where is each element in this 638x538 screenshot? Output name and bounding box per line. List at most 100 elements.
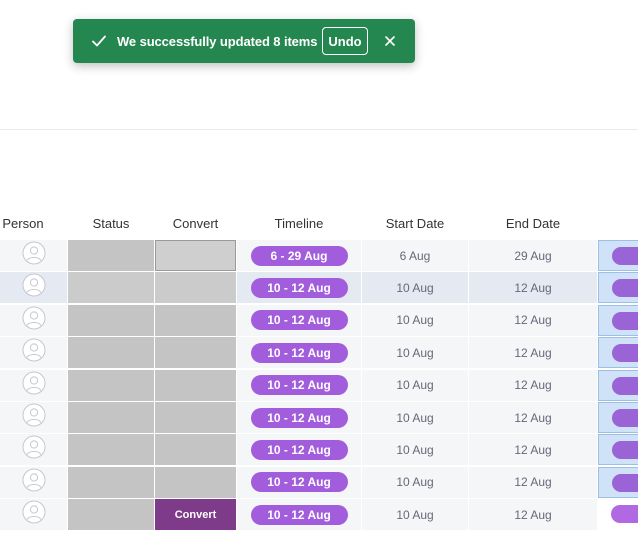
timeline-pill: 10 - 12 Aug: [250, 277, 348, 298]
column-header-end-date[interactable]: End Date: [469, 213, 597, 233]
extra-column-bar: [612, 344, 638, 363]
extra-column-cell[interactable]: [598, 499, 638, 531]
timeline-pill: 10 - 12 Aug: [250, 407, 348, 428]
extra-column-cell[interactable]: [598, 402, 638, 433]
end-date-cell[interactable]: 12 Aug: [469, 402, 597, 433]
person-cell[interactable]: [0, 499, 67, 531]
convert-cell[interactable]: [155, 369, 236, 401]
extra-column-cell[interactable]: [598, 337, 638, 369]
extra-column-cell[interactable]: [598, 304, 638, 336]
table-row[interactable]: 6 - 29 Aug 6 Aug 29 Aug: [0, 240, 638, 271]
person-cell[interactable]: [0, 434, 67, 466]
table-row[interactable]: 10 - 12 Aug 10 Aug 12 Aug: [0, 272, 638, 304]
end-date-cell[interactable]: 12 Aug: [469, 466, 597, 498]
table-row[interactable]: 10 - 12 Aug 10 Aug 12 Aug: [0, 466, 638, 498]
timeline-cell[interactable]: 10 - 12 Aug: [237, 499, 361, 531]
convert-cell[interactable]: [155, 240, 236, 271]
column-header-person[interactable]: Person: [0, 213, 46, 233]
person-cell[interactable]: [0, 272, 67, 304]
status-cell[interactable]: [68, 240, 154, 271]
timeline-cell[interactable]: 10 - 12 Aug: [237, 337, 361, 369]
status-cell[interactable]: [68, 304, 154, 336]
convert-cell[interactable]: [155, 304, 236, 336]
column-header-convert[interactable]: Convert: [155, 213, 236, 233]
table-row[interactable]: 10 - 12 Aug 10 Aug 12 Aug: [0, 434, 638, 466]
person-cell[interactable]: [0, 402, 67, 433]
timeline-pill: 10 - 12 Aug: [250, 375, 348, 396]
timeline-cell[interactable]: 10 - 12 Aug: [237, 434, 361, 466]
timeline-cell[interactable]: 10 - 12 Aug: [237, 369, 361, 401]
convert-cell[interactable]: [155, 272, 236, 304]
end-date-cell[interactable]: 12 Aug: [469, 272, 597, 304]
convert-cell[interactable]: [155, 402, 236, 433]
table-row[interactable]: 10 - 12 Aug 10 Aug 12 Aug: [0, 369, 638, 401]
table-row[interactable]: 10 - 12 Aug 10 Aug 12 Aug: [0, 402, 638, 433]
status-cell[interactable]: [68, 466, 154, 498]
person-cell[interactable]: [0, 304, 67, 336]
table-row[interactable]: 10 - 12 Aug 10 Aug 12 Aug: [0, 304, 638, 336]
extra-column-bar: [612, 409, 638, 427]
convert-cell[interactable]: [155, 337, 236, 369]
timeline-pill: 10 - 12 Aug: [250, 504, 348, 525]
end-date-cell[interactable]: 12 Aug: [469, 499, 597, 531]
column-header-timeline[interactable]: Timeline: [237, 213, 361, 233]
convert-cell[interactable]: Convert: [155, 499, 236, 531]
start-date-cell[interactable]: 10 Aug: [362, 304, 468, 336]
extra-column-cell[interactable]: [598, 434, 638, 466]
divider: [0, 129, 638, 130]
timeline-pill: 10 - 12 Aug: [250, 439, 348, 460]
timeline-cell[interactable]: 10 - 12 Aug: [237, 466, 361, 498]
person-cell[interactable]: [0, 240, 67, 271]
avatar: [22, 468, 46, 497]
table-row[interactable]: Convert 10 - 12 Aug 10 Aug 12 Aug: [0, 499, 638, 531]
end-date-cell[interactable]: 12 Aug: [469, 304, 597, 336]
status-cell[interactable]: [68, 369, 154, 401]
end-date-cell[interactable]: 12 Aug: [469, 337, 597, 369]
start-date-cell[interactable]: 10 Aug: [362, 402, 468, 433]
status-cell[interactable]: [68, 337, 154, 369]
avatar: [22, 435, 46, 464]
status-cell[interactable]: [68, 272, 154, 304]
success-toast: We successfully updated 8 items Undo: [73, 19, 415, 63]
avatar: [22, 273, 46, 302]
avatar: [22, 500, 46, 529]
column-header-status[interactable]: Status: [68, 213, 154, 233]
start-date-cell[interactable]: 10 Aug: [362, 337, 468, 369]
avatar: [22, 338, 46, 367]
start-date-cell[interactable]: 10 Aug: [362, 272, 468, 304]
extra-column-bar: [612, 473, 638, 492]
avatar: [22, 241, 46, 270]
extra-column-cell[interactable]: [598, 369, 638, 401]
start-date-cell[interactable]: 10 Aug: [362, 499, 468, 531]
close-icon[interactable]: [383, 34, 397, 48]
person-cell[interactable]: [0, 369, 67, 401]
person-cell[interactable]: [0, 337, 67, 369]
extra-column-cell[interactable]: [598, 240, 638, 271]
undo-button[interactable]: Undo: [322, 27, 368, 55]
person-cell[interactable]: [0, 466, 67, 498]
convert-cell[interactable]: [155, 434, 236, 466]
start-date-cell[interactable]: 10 Aug: [362, 369, 468, 401]
convert-cell[interactable]: [155, 466, 236, 498]
end-date-cell[interactable]: 12 Aug: [469, 369, 597, 401]
table-row[interactable]: 10 - 12 Aug 10 Aug 12 Aug: [0, 337, 638, 369]
extra-column-cell[interactable]: [598, 272, 638, 304]
status-cell[interactable]: [68, 434, 154, 466]
status-cell[interactable]: [68, 402, 154, 433]
timeline-cell[interactable]: 10 - 12 Aug: [237, 402, 361, 433]
start-date-cell[interactable]: 10 Aug: [362, 434, 468, 466]
end-date-cell[interactable]: 29 Aug: [469, 240, 597, 271]
status-cell[interactable]: [68, 499, 154, 531]
extra-column-bar: [612, 279, 638, 298]
start-date-cell[interactable]: 10 Aug: [362, 466, 468, 498]
extra-column-cell[interactable]: [598, 466, 638, 498]
timeline-cell[interactable]: 6 - 29 Aug: [237, 240, 361, 271]
extra-column-bar: [612, 376, 638, 395]
end-date-cell[interactable]: 12 Aug: [469, 434, 597, 466]
extra-column-bar: [612, 247, 638, 265]
column-header-start-date[interactable]: Start Date: [362, 213, 468, 233]
avatar: [22, 371, 46, 400]
timeline-cell[interactable]: 10 - 12 Aug: [237, 272, 361, 304]
start-date-cell[interactable]: 6 Aug: [362, 240, 468, 271]
timeline-cell[interactable]: 10 - 12 Aug: [237, 304, 361, 336]
